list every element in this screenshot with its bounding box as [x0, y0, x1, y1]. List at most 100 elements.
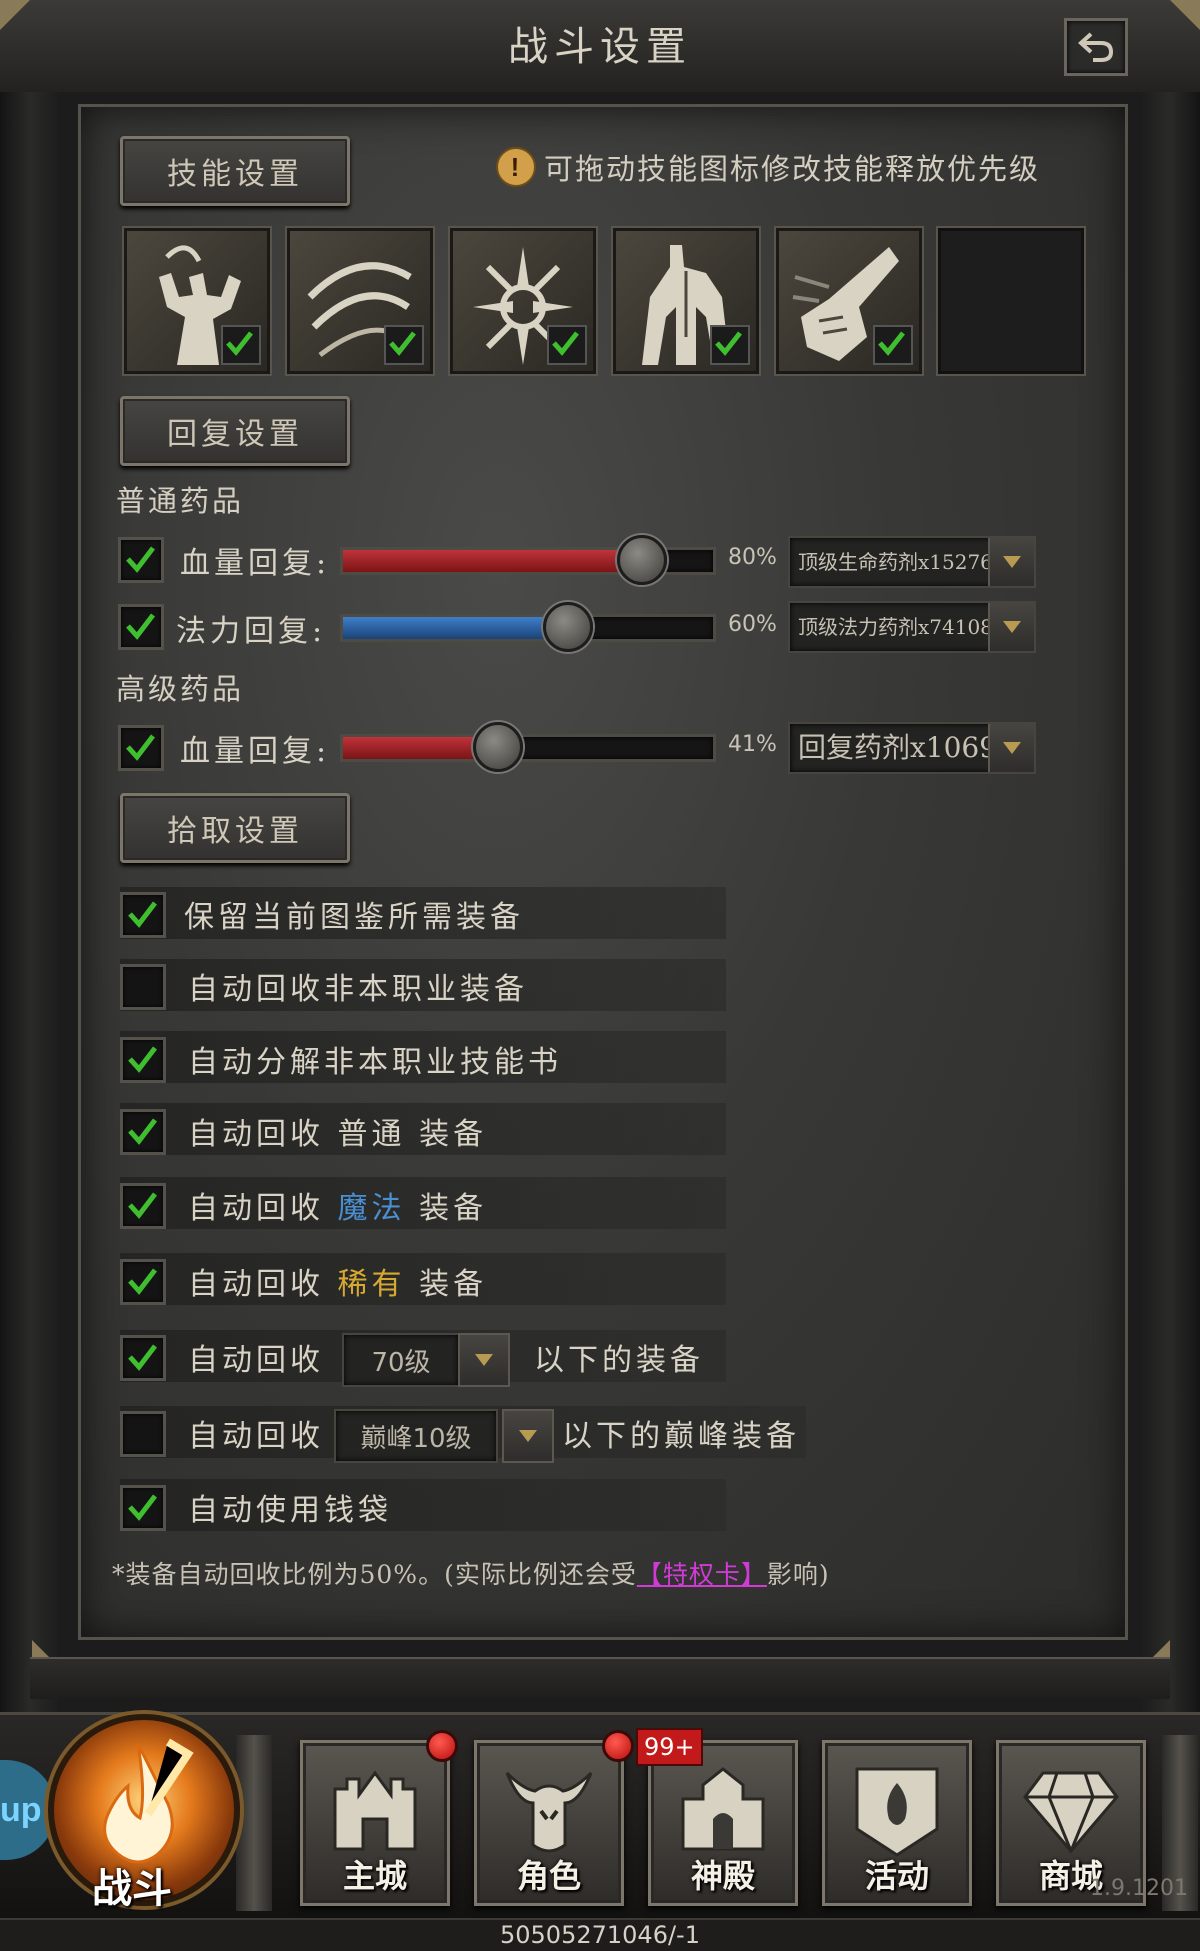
- hp-recovery-checkbox[interactable]: [118, 537, 164, 583]
- keep-collection-label: 保留当前图鉴所需装备: [184, 900, 524, 935]
- hp-potion-select[interactable]: 顶级生命药剂x152762: [788, 536, 1036, 588]
- advanced-hp-recovery-slider[interactable]: [340, 722, 716, 772]
- potion-name: 顶级法力药剂x74108: [798, 615, 993, 639]
- check-icon: [128, 1192, 157, 1219]
- nav-main-city[interactable]: 主城: [300, 1740, 450, 1906]
- use-purse-checkbox[interactable]: [120, 1485, 166, 1531]
- recycle-other-class-checkbox[interactable]: [120, 964, 166, 1010]
- skill-slot-3[interactable]: [450, 228, 596, 374]
- hp-recovery-percent: 80%: [728, 545, 777, 570]
- check-icon: [126, 546, 155, 573]
- hp-recovery-slider[interactable]: [340, 535, 716, 585]
- check-icon: [226, 331, 253, 356]
- mp-recovery-percent: 60%: [728, 612, 777, 637]
- mp-recovery-label: 法力回复:: [176, 614, 327, 649]
- chevron-down-icon[interactable]: [502, 1409, 554, 1463]
- nav-character[interactable]: 角色: [474, 1740, 624, 1906]
- recycle-magic-checkbox[interactable]: [120, 1183, 166, 1229]
- mp-recovery-slider[interactable]: [340, 602, 716, 652]
- advanced-hp-recovery-label: 血量回复:: [180, 734, 331, 769]
- advanced-hp-recovery-checkbox[interactable]: [118, 725, 164, 771]
- tab-skill-settings[interactable]: 技能设置: [120, 136, 350, 206]
- slider-handle[interactable]: [472, 722, 523, 772]
- skill-slot-2[interactable]: [287, 228, 433, 374]
- back-button[interactable]: [1064, 18, 1128, 76]
- notification-dot: [602, 1730, 634, 1762]
- peak-level-select[interactable]: 巅峰10级: [334, 1409, 498, 1463]
- advanced-hp-potion-select[interactable]: 回复药剂x10695: [788, 722, 1036, 774]
- check-icon: [552, 331, 579, 356]
- notification-dot: [426, 1730, 458, 1762]
- recycle-peak-label: 自动回收: [188, 1419, 324, 1454]
- nav-activity[interactable]: 活动: [822, 1740, 972, 1906]
- skill-enabled-checkbox[interactable]: [221, 325, 261, 365]
- skill-enabled-checkbox[interactable]: [384, 325, 424, 365]
- temple-icon: [681, 1767, 765, 1851]
- slider-handle[interactable]: [543, 602, 593, 652]
- check-icon: [878, 331, 905, 356]
- horned-helmet-icon: [505, 1771, 593, 1853]
- banner-icon: [855, 1767, 939, 1857]
- hp-recovery-label: 血量回复:: [180, 546, 331, 581]
- status-bar: 50505271046/-1: [0, 1918, 1200, 1951]
- nav-label: 主城: [342, 1857, 407, 1895]
- keep-collection-checkbox[interactable]: [120, 892, 166, 938]
- recycle-rare-checkbox[interactable]: [120, 1259, 166, 1305]
- tab-recovery-settings[interactable]: 回复设置: [120, 396, 350, 466]
- skill-enabled-checkbox[interactable]: [710, 325, 750, 365]
- skill-priority-hint: ! 可拖动技能图标修改技能释放优先级: [496, 146, 1040, 188]
- hint-text: 可拖动技能图标修改技能释放优先级: [544, 152, 1041, 186]
- recycle-rare-label: 自动回收 稀有 装备: [188, 1267, 488, 1302]
- recycle-peak-checkbox[interactable]: [120, 1411, 166, 1457]
- decompose-books-label: 自动分解非本职业技能书: [188, 1045, 562, 1080]
- check-icon: [126, 613, 155, 640]
- skill-slot-5[interactable]: [776, 228, 922, 374]
- mp-recovery-checkbox[interactable]: [118, 604, 164, 650]
- recycle-normal-checkbox[interactable]: [120, 1109, 166, 1155]
- check-icon: [126, 734, 155, 761]
- check-icon: [128, 901, 157, 928]
- recycle-level-label: 自动回收: [188, 1343, 324, 1378]
- recycle-peak-suffix: 以下的巅峰装备: [562, 1419, 800, 1454]
- chevron-down-icon[interactable]: [458, 1333, 510, 1387]
- recycle-level-checkbox[interactable]: [120, 1335, 166, 1381]
- page-title: 战斗设置: [508, 24, 692, 70]
- nav-label: 角色: [516, 1857, 581, 1895]
- diamond-icon: [1023, 1771, 1119, 1854]
- chevron-down-icon[interactable]: [988, 724, 1034, 772]
- recycle-magic-label: 自动回收 魔法 装备: [188, 1191, 488, 1226]
- check-icon: [715, 331, 742, 356]
- nav-divider: [236, 1735, 272, 1911]
- mp-potion-select[interactable]: 顶级法力药剂x74108: [788, 601, 1036, 653]
- temple-count-badge: 99+: [636, 1728, 703, 1766]
- privilege-card-link[interactable]: 【特权卡】: [637, 1560, 767, 1589]
- check-icon: [128, 1118, 157, 1145]
- skill-enabled-checkbox[interactable]: [873, 325, 913, 365]
- potion-name: 回复药剂x10695: [798, 731, 1015, 764]
- chevron-down-icon[interactable]: [988, 603, 1034, 651]
- title-bar: 战斗设置: [0, 0, 1200, 95]
- panel-bottom-bar: [30, 1657, 1170, 1699]
- skill-slot-empty[interactable]: [938, 228, 1084, 374]
- check-icon: [128, 1268, 157, 1295]
- use-purse-label: 自动使用钱袋: [188, 1493, 392, 1528]
- check-icon: [389, 331, 416, 356]
- check-icon: [128, 1046, 157, 1073]
- skill-enabled-checkbox[interactable]: [547, 325, 587, 365]
- check-icon: [128, 1344, 157, 1371]
- version-text: 1.9.1201: [1090, 1876, 1188, 1901]
- tab-pickup-settings[interactable]: 拾取设置: [120, 793, 350, 863]
- chevron-down-icon[interactable]: [988, 538, 1034, 586]
- nav-label: 活动: [864, 1857, 929, 1895]
- recycle-normal-label: 自动回收 普通 装备: [188, 1117, 488, 1152]
- recycle-other-class-label: 自动回收非本职业装备: [188, 972, 528, 1007]
- decompose-books-checkbox[interactable]: [120, 1037, 166, 1083]
- level-threshold-select[interactable]: 70级: [342, 1333, 460, 1387]
- nav-label: 神殿: [690, 1857, 755, 1895]
- skill-slot-4[interactable]: [613, 228, 759, 374]
- slider-fill: [343, 617, 565, 639]
- advanced-hp-recovery-percent: 41%: [728, 732, 777, 757]
- skill-slot-1[interactable]: [124, 228, 270, 374]
- slider-fill: [343, 737, 495, 759]
- slider-handle[interactable]: [617, 535, 667, 585]
